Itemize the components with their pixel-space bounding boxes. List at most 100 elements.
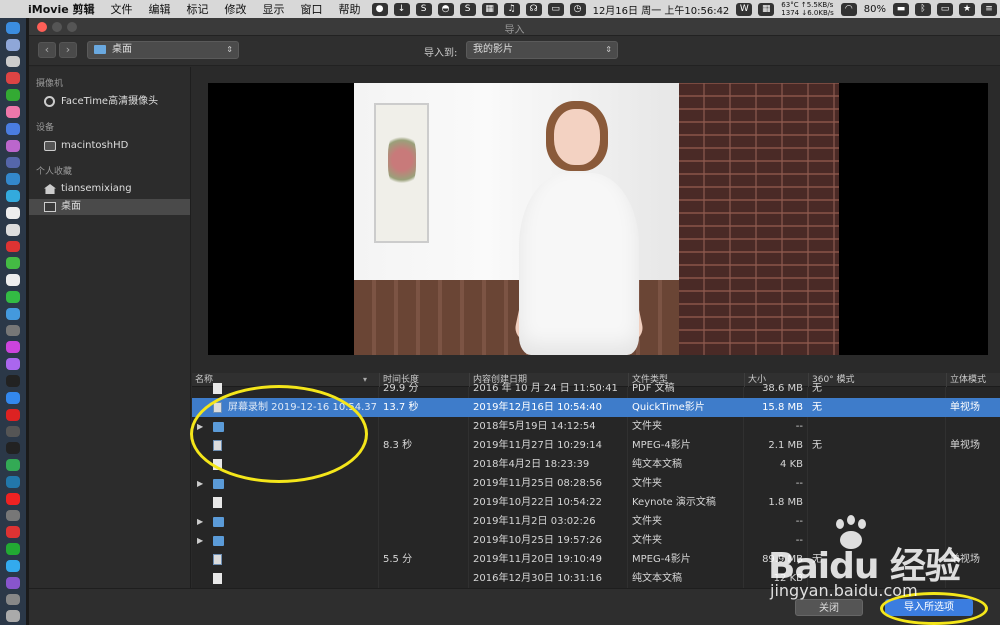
app-icon[interactable]	[6, 173, 20, 186]
app-icon[interactable]	[6, 425, 20, 438]
cell-stereo-mode	[946, 455, 1000, 474]
wps-icon[interactable]: W	[736, 2, 753, 16]
forward-button[interactable]: ›	[59, 42, 77, 58]
app-icon[interactable]	[6, 560, 20, 572]
s-circle-icon[interactable]: S	[459, 2, 476, 16]
app-icon[interactable]	[6, 72, 20, 85]
calendar-icon[interactable]	[6, 206, 20, 219]
disclosure-triangle-icon[interactable]: ▶	[197, 512, 203, 531]
cell-name	[192, 550, 378, 569]
app-icon[interactable]	[6, 509, 20, 522]
cell-stereo-mode	[946, 379, 1000, 398]
chrome-icon[interactable]	[6, 106, 20, 118]
launchpad-icon[interactable]	[6, 38, 20, 51]
star-icon[interactable]: ★	[959, 2, 975, 16]
sidebar-item-home[interactable]: tiansemixiang	[29, 181, 190, 197]
finder-icon[interactable]	[6, 22, 20, 34]
headset-icon[interactable]: ☊	[525, 2, 542, 16]
app-icon[interactable]	[6, 475, 20, 488]
app-icon[interactable]	[6, 139, 20, 152]
cell-duration: 8.3 秒	[383, 440, 413, 451]
location-select[interactable]: 桌面 ⇕	[87, 41, 239, 59]
menu-modify[interactable]: 修改	[217, 1, 255, 17]
menu-window[interactable]: 窗口	[293, 1, 331, 17]
clock-icon[interactable]: ◷	[569, 2, 586, 16]
app-icon[interactable]	[6, 190, 20, 202]
app-icon[interactable]	[6, 307, 20, 320]
trash-icon[interactable]	[6, 610, 20, 623]
stats-readout[interactable]: 63°C ↑5.5KB/s 1374 ↓6.0KB/s	[777, 1, 837, 17]
battery-percent[interactable]: 80%	[860, 4, 890, 15]
app-icon[interactable]	[6, 593, 20, 606]
app-menu[interactable]: iMovie 剪辑	[26, 1, 103, 17]
appletv-icon[interactable]	[6, 375, 20, 387]
download-icon[interactable]: ↓	[393, 2, 410, 16]
terminal-icon[interactable]	[6, 442, 20, 455]
menu-view[interactable]: 显示	[255, 1, 293, 17]
download-speed: ↓6.0KB/s	[801, 9, 834, 17]
subject-dress	[519, 173, 639, 355]
upload-speed: ↑5.5KB/s	[800, 1, 834, 9]
imovie-icon[interactable]	[6, 576, 20, 589]
menu-edit[interactable]: 编辑	[141, 1, 179, 17]
sidebar-item-facetime[interactable]: FaceTime高清摄像头	[29, 94, 190, 110]
android-icon[interactable]	[6, 89, 20, 102]
library-value: 我的影片	[473, 44, 513, 55]
sidebar-item-label: FaceTime高清摄像头	[61, 96, 159, 107]
cell-date: 2016 年 10 月 24 日 11:50:41	[473, 383, 618, 394]
app-icon[interactable]	[6, 358, 20, 371]
music-icon[interactable]: ♫	[503, 2, 520, 16]
rocket-icon[interactable]	[6, 55, 20, 68]
sidebar-item-desktop[interactable]: 桌面	[29, 199, 190, 215]
library-select[interactable]: 我的影片 ⇕	[466, 41, 618, 59]
cell-size: 1.8 MB	[768, 497, 803, 508]
podcast-icon[interactable]	[6, 341, 20, 354]
video-preview[interactable]	[208, 83, 988, 355]
bluetooth-icon[interactable]: ᛒ	[915, 2, 931, 16]
grid2-icon[interactable]: ▦	[758, 2, 775, 16]
cell-date: 2019年11月2日 03:02:26	[473, 516, 596, 527]
baidu-watermark: Baidu 经验 jingyan.baidu.com	[768, 515, 1000, 605]
cell-duration	[379, 512, 468, 531]
battery-icon[interactable]: ▬	[893, 2, 909, 16]
s-app-icon[interactable]: S	[415, 2, 432, 16]
table-row[interactable]: 2019年10月22日 10:54:22 Keynote 演示文稿 1.8 MB	[192, 493, 1000, 512]
doc-icon	[213, 573, 222, 584]
display-icon[interactable]: ▭	[937, 2, 953, 16]
disclosure-triangle-icon[interactable]: ▶	[197, 531, 203, 550]
sidebar-item-macintoshhd[interactable]: macintoshHD	[29, 138, 190, 154]
cell-duration	[379, 493, 468, 512]
appstore-icon[interactable]	[6, 391, 20, 404]
message-icon[interactable]: ▭	[547, 2, 564, 16]
app-icon[interactable]	[6, 459, 20, 471]
wifi-icon[interactable]: ◠	[840, 2, 857, 16]
photos-icon[interactable]	[6, 274, 20, 286]
messages-icon[interactable]	[6, 291, 20, 303]
menu-file[interactable]: 文件	[103, 1, 141, 17]
sidebar-section-cameras: 摄像机	[36, 79, 64, 89]
sidebar-section-favorites: 个人收藏	[36, 167, 73, 177]
cell-date: 2019年10月22日 10:54:22	[473, 497, 602, 508]
record-icon[interactable]: ●	[371, 2, 388, 16]
menu-help[interactable]: 帮助	[331, 1, 369, 17]
ghost-icon[interactable]: ◓	[437, 2, 454, 16]
safari-icon[interactable]	[6, 122, 20, 135]
list-icon[interactable]: ≡	[981, 2, 997, 16]
import-to-label: 导入到:	[424, 48, 458, 59]
weibo-icon[interactable]	[6, 526, 20, 539]
vivaldi-icon[interactable]	[6, 408, 20, 421]
app-icon[interactable]	[6, 324, 20, 337]
app-icon[interactable]	[6, 240, 20, 253]
back-button[interactable]: ‹	[38, 42, 56, 58]
datetime[interactable]: 12月16日 周一 上午10:56:42	[589, 2, 734, 17]
notes-icon[interactable]	[6, 223, 20, 236]
wechat-icon[interactable]	[6, 543, 20, 555]
yandex-icon[interactable]	[6, 492, 20, 505]
app-icon[interactable]	[6, 156, 20, 169]
updown-icon: ⇕	[226, 45, 233, 54]
disclosure-triangle-icon[interactable]: ▶	[197, 474, 203, 493]
menu-mark[interactable]: 标记	[179, 1, 217, 17]
cell-duration: 29.9 分	[383, 383, 419, 394]
app-icon[interactable]	[6, 257, 20, 270]
grid-icon[interactable]: ▦	[481, 2, 498, 16]
